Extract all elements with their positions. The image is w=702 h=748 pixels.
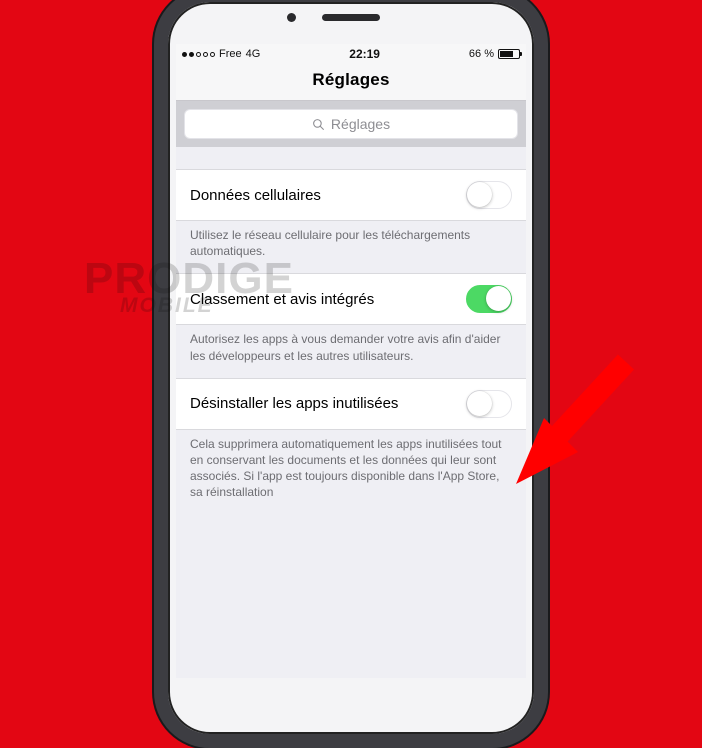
battery-icon [498, 49, 520, 59]
search-container: Réglages [176, 101, 526, 147]
search-input[interactable]: Réglages [184, 109, 518, 139]
ratings-label: Classement et avis intégrés [190, 291, 374, 308]
carrier-label: Free [219, 48, 242, 60]
front-camera [287, 13, 296, 22]
ratings-footer: Autorisez les apps à vous demander votre… [176, 325, 526, 377]
speaker-grille [322, 14, 380, 21]
status-bar: Free 4G 22:19 66 % [176, 44, 526, 64]
battery-percent: 66 % [469, 48, 494, 60]
page-title: Réglages [176, 70, 526, 90]
screen: Free 4G 22:19 66 % Réglages Réglages [176, 44, 526, 678]
phone-frame: Free 4G 22:19 66 % Réglages Réglages [154, 0, 548, 748]
offload-apps-label: Désinstaller les apps inutilisées [190, 395, 398, 412]
cellular-data-label: Données cellulaires [190, 187, 321, 204]
offload-apps-footer: Cela supprimera automatiquement les apps… [176, 430, 526, 515]
nav-bar: Réglages [176, 64, 526, 101]
row-ratings[interactable]: Classement et avis intégrés [176, 273, 526, 325]
status-left: Free 4G [182, 48, 260, 60]
network-label: 4G [246, 48, 261, 60]
cellular-data-footer: Utilisez le réseau cellulaire pour les t… [176, 221, 526, 273]
clock: 22:19 [349, 47, 380, 61]
offload-apps-toggle[interactable] [466, 390, 512, 418]
status-right: 66 % [469, 48, 520, 60]
row-cellular-data[interactable]: Données cellulaires [176, 169, 526, 221]
search-placeholder: Réglages [331, 116, 390, 132]
row-offload-apps[interactable]: Désinstaller les apps inutilisées [176, 378, 526, 430]
cellular-data-toggle[interactable] [466, 181, 512, 209]
ratings-toggle[interactable] [466, 285, 512, 313]
search-icon [312, 118, 325, 131]
signal-dots-icon [182, 52, 215, 57]
